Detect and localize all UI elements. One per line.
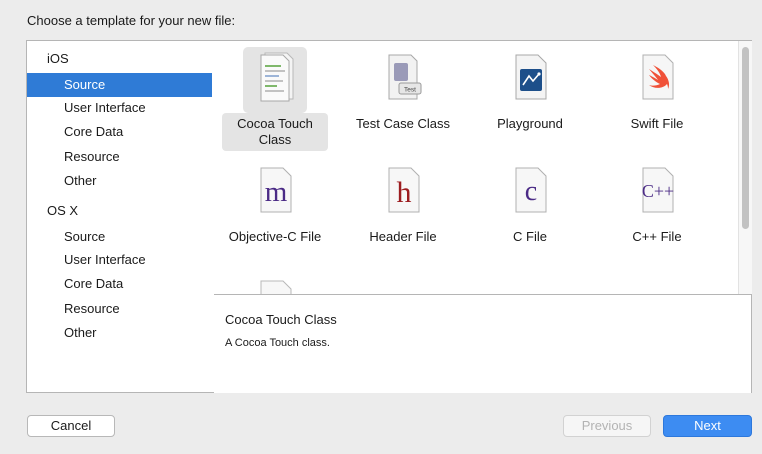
scrollbar-thumb[interactable] — [742, 47, 749, 229]
template-cpp-file[interactable]: C++ C++ File — [604, 154, 710, 266]
sidebar-item-ios-resource[interactable]: Resource — [27, 145, 212, 169]
template-label: Swift File — [630, 116, 684, 131]
test-case-class-icon: Test — [388, 54, 422, 100]
template-label: Objective-C File — [228, 229, 322, 244]
sidebar-item-osx-source[interactable]: Source — [27, 225, 212, 249]
template-grid-scrollbar[interactable] — [738, 41, 752, 294]
template-playground[interactable]: Playground — [477, 41, 583, 153]
sidebar-item-label: iOS — [47, 51, 69, 66]
sidebar-item-label: OS X — [47, 203, 79, 218]
swift-file-icon — [642, 54, 674, 100]
template-label: Cocoa Touch Class — [222, 113, 328, 151]
tile-icon-area: h — [371, 160, 435, 226]
sidebar-item-label: Resource — [64, 149, 120, 164]
test-badge-text: Test — [404, 87, 416, 94]
sidebar-item-ios-user-interface[interactable]: User Interface — [27, 96, 212, 120]
template-label: C++ File — [632, 229, 682, 244]
template-grid: Cocoa Touch Class Test Test Case Class P… — [214, 41, 738, 294]
tile-icon-area — [625, 47, 689, 113]
sidebar-item-label: User Interface — [64, 252, 146, 267]
template-swift-file[interactable]: Swift File — [604, 41, 710, 153]
cocoa-touch-class-icon — [260, 52, 294, 102]
cpp-letter: C++ — [641, 181, 675, 201]
template-test-case-class[interactable]: Test Test Case Class — [350, 41, 456, 153]
selected-template-title: Cocoa Touch Class — [225, 312, 337, 327]
sidebar-group-ios[interactable]: iOS — [27, 47, 212, 71]
template-chooser-panel: iOS Source User Interface Core Data Reso… — [26, 40, 752, 393]
template-label: Header File — [369, 229, 437, 244]
sidebar-item-ios-other[interactable]: Other — [27, 169, 212, 193]
sidebar-item-label: Core Data — [64, 276, 124, 291]
sidebar-item-label: Other — [64, 173, 97, 188]
c-letter: c — [524, 176, 538, 207]
tile-icon-area: Test — [371, 47, 435, 113]
sidebar-item-osx-user-interface[interactable]: User Interface — [27, 248, 212, 272]
playground-icon — [515, 54, 547, 100]
template-description-panel: Cocoa Touch Class A Cocoa Touch class. — [214, 294, 751, 393]
template-objective-c-file[interactable]: m Objective-C File — [222, 154, 328, 266]
sidebar-item-ios-core-data[interactable]: Core Data — [27, 120, 212, 144]
objective-c-letter: m — [264, 176, 288, 208]
sidebar-item-label: Source — [64, 77, 106, 92]
sidebar-item-label: Resource — [64, 301, 120, 316]
sidebar-item-ios-source[interactable]: Source — [27, 73, 212, 97]
tile-icon-area — [498, 47, 562, 113]
template-header-file[interactable]: h Header File — [350, 154, 456, 266]
sidebar-group-osx[interactable]: OS X — [27, 199, 212, 223]
template-label: C File — [513, 229, 547, 244]
header-letter: h — [396, 176, 412, 209]
sidebar-item-label: User Interface — [64, 100, 146, 115]
tile-icon-area — [243, 47, 307, 113]
sidebar-item-osx-core-data[interactable]: Core Data — [27, 272, 212, 296]
sidebar-item-osx-resource[interactable]: Resource — [27, 297, 212, 321]
sidebar-item-label: Source — [64, 229, 106, 244]
sidebar-item-label: Other — [64, 325, 97, 340]
previous-button[interactable]: Previous — [563, 415, 651, 437]
dialog-heading: Choose a template for your new file: — [27, 13, 236, 28]
template-cocoa-touch-class[interactable]: Cocoa Touch Class — [222, 41, 328, 153]
cancel-button[interactable]: Cancel — [27, 415, 115, 437]
sidebar-item-label: Core Data — [64, 124, 124, 139]
tile-icon-area: c — [498, 160, 562, 226]
next-button[interactable]: Next — [663, 415, 752, 437]
sidebar-item-osx-other[interactable]: Other — [27, 321, 212, 345]
platform-sidebar: iOS Source User Interface Core Data Reso… — [27, 41, 215, 392]
template-label: Playground — [497, 116, 563, 131]
file-template-icon — [260, 280, 292, 294]
tile-icon-area: C++ — [625, 160, 689, 226]
template-c-file[interactable]: c C File — [477, 154, 583, 266]
selected-template-description: A Cocoa Touch class. — [225, 337, 330, 349]
tile-icon-area: m — [243, 160, 307, 226]
template-label: Test Case Class — [356, 116, 450, 131]
